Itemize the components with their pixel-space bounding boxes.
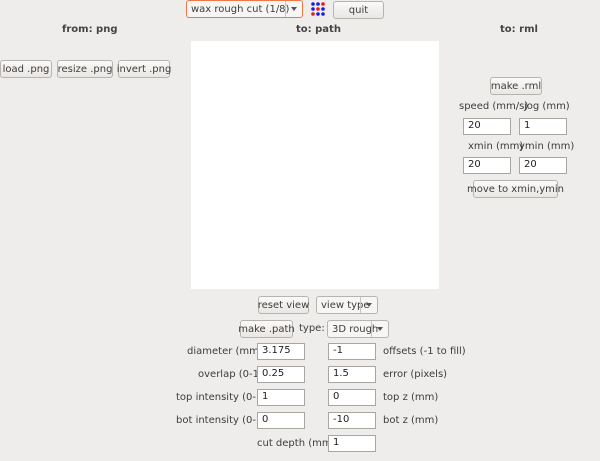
xmin-field[interactable]: 20: [463, 157, 511, 174]
reset-view-button[interactable]: reset view: [258, 296, 309, 314]
path-preview-canvas[interactable]: [191, 41, 439, 289]
invert-png-button[interactable]: invert .png: [117, 60, 171, 78]
speed-field[interactable]: 20: [463, 118, 511, 135]
top-z-field[interactable]: 0: [328, 389, 376, 406]
diameter-field[interactable]: 3.175: [257, 343, 305, 360]
process-select-value: wax rough cut (1/8): [191, 3, 290, 15]
overlap-field[interactable]: 0.25: [257, 366, 305, 383]
quit-button[interactable]: quit: [333, 1, 384, 19]
ymin-field[interactable]: 20: [519, 157, 567, 174]
chevron-down-icon: [371, 321, 388, 337]
offsets-field[interactable]: -1: [328, 343, 376, 360]
jog-field[interactable]: 1: [519, 118, 567, 135]
cut-depth-field[interactable]: 1: [328, 435, 376, 452]
process-select[interactable]: wax rough cut (1/8): [186, 0, 303, 18]
error-field[interactable]: 1.5: [328, 366, 376, 383]
bot-z-field[interactable]: -10: [328, 412, 376, 429]
chevron-down-icon: [285, 1, 302, 17]
type-label: type:: [299, 323, 325, 334]
top-intensity-field[interactable]: 1: [257, 389, 305, 406]
app-grid-icon[interactable]: [310, 1, 326, 17]
make-rml-button[interactable]: make .rml: [490, 77, 542, 95]
xmin-label: xmin (mm): [468, 141, 524, 152]
top-z-label: top z (mm): [383, 392, 439, 403]
diameter-label: diameter (mm): [187, 346, 263, 357]
bot-z-label: bot z (mm): [383, 415, 439, 426]
header-to-path: to: path: [296, 24, 341, 35]
make-path-button[interactable]: make .path: [238, 320, 295, 338]
ymin-label: ymin (mm): [519, 141, 575, 152]
error-label: error (pixels): [383, 369, 448, 380]
top-intensity-label: top intensity (0-1): [176, 392, 267, 403]
resize-png-button[interactable]: resize .png: [57, 60, 113, 78]
view-type-select[interactable]: view type: [316, 296, 378, 314]
overlap-label: overlap (0-1): [198, 369, 263, 380]
load-png-button[interactable]: load .png: [0, 60, 52, 78]
bot-intensity-label: bot intensity (0-1): [176, 415, 267, 426]
offsets-label: offsets (-1 to fill): [383, 346, 466, 357]
speed-label: speed (mm/s): [459, 101, 529, 112]
move-to-xmin-ymin-button[interactable]: move to xmin,ymin: [467, 180, 564, 198]
jog-label: jog (mm): [524, 101, 570, 112]
chevron-down-icon: [360, 297, 377, 313]
cut-depth-label: cut depth (mm): [257, 438, 336, 449]
header-from-png: from: png: [62, 24, 118, 35]
type-select[interactable]: 3D rough: [327, 320, 389, 338]
header-to-rml: to: rml: [500, 24, 538, 35]
bot-intensity-field[interactable]: 0: [257, 412, 305, 429]
